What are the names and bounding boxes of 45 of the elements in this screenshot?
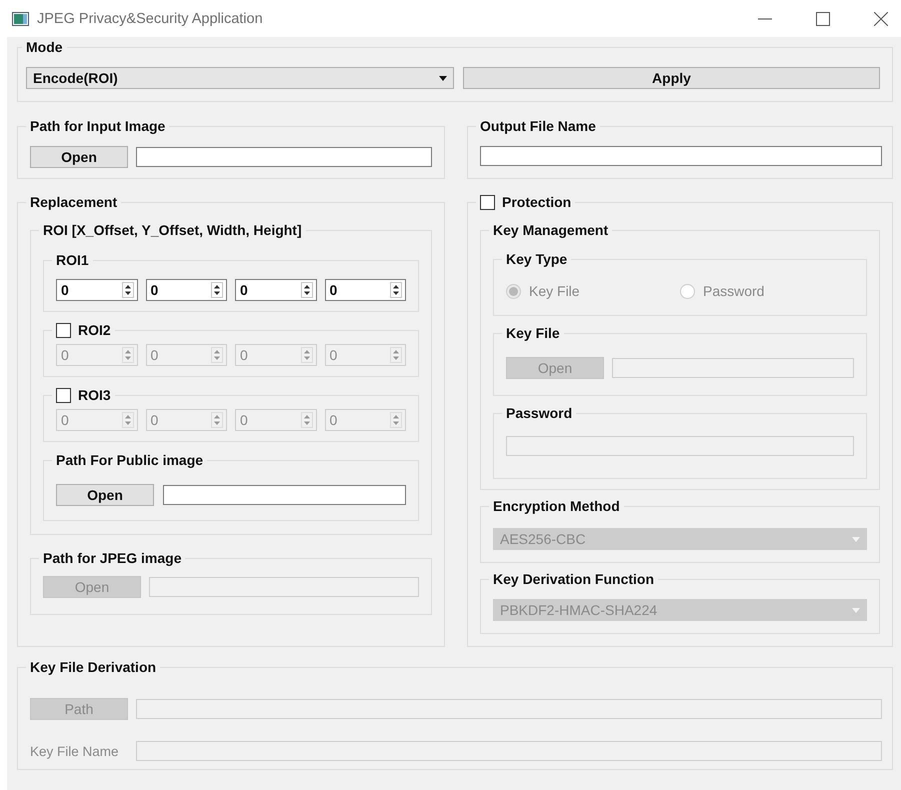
group-title: Key Derivation Function <box>492 571 656 587</box>
group-title: Password <box>505 405 574 421</box>
path-field[interactable] <box>163 485 406 505</box>
group-title: Key File Derivation <box>29 659 158 675</box>
group-title: ROI1 <box>55 252 90 268</box>
group-title: Path for JPEG image <box>42 550 182 566</box>
caret-icon <box>439 76 447 80</box>
group-title: Encryption Method <box>492 498 621 514</box>
group-title: Key Type <box>505 251 568 267</box>
spin-arrows-icon <box>390 347 402 363</box>
spin-arrows-icon <box>390 282 402 298</box>
spin-box[interactable]: 0 <box>56 279 138 301</box>
spin-arrows-icon <box>211 412 223 428</box>
group-title: Path for Input Image <box>29 118 166 134</box>
spin-arrows-icon <box>300 347 312 363</box>
group-title: Key Management <box>492 222 610 238</box>
group-title: Path For Public image <box>55 452 204 468</box>
spin-arrows-icon <box>390 412 402 428</box>
group-title: Output File Name <box>479 118 597 134</box>
spin-box[interactable]: 0 <box>235 279 316 301</box>
open-button[interactable]: Open <box>56 484 154 506</box>
window-title: JPEG Privacy&Security Application <box>37 10 264 26</box>
group-title: Replacement <box>29 194 118 210</box>
spin-arrows-icon <box>211 347 223 363</box>
spin-arrows-icon <box>122 347 134 363</box>
caret-icon <box>852 536 860 542</box>
checkbox[interactable]: Protection <box>480 194 572 210</box>
spin-arrows-icon <box>300 412 312 428</box>
open-button[interactable]: Open <box>30 146 128 168</box>
caret-icon <box>852 608 860 612</box>
dropdown[interactable]: Encode(ROI) <box>26 67 454 89</box>
group-title: Key File <box>505 325 561 341</box>
spin-arrows-icon <box>300 282 312 298</box>
file-name-field[interactable] <box>480 146 882 166</box>
path-field[interactable] <box>136 147 432 167</box>
spin-arrows-icon <box>211 282 223 298</box>
app-icon <box>12 12 29 26</box>
spin-arrows-icon <box>122 412 134 428</box>
field-label: Key File Name <box>30 744 120 758</box>
spin-box[interactable]: 0 <box>324 279 406 301</box>
group-title: ROI [X_Offset, Y_Offset, Width, Height] <box>42 222 303 238</box>
spin-box[interactable]: 0 <box>146 279 227 301</box>
apply-button[interactable]: Apply <box>463 67 880 89</box>
group-title: Mode <box>25 39 64 55</box>
spin-arrows-icon <box>122 282 134 298</box>
